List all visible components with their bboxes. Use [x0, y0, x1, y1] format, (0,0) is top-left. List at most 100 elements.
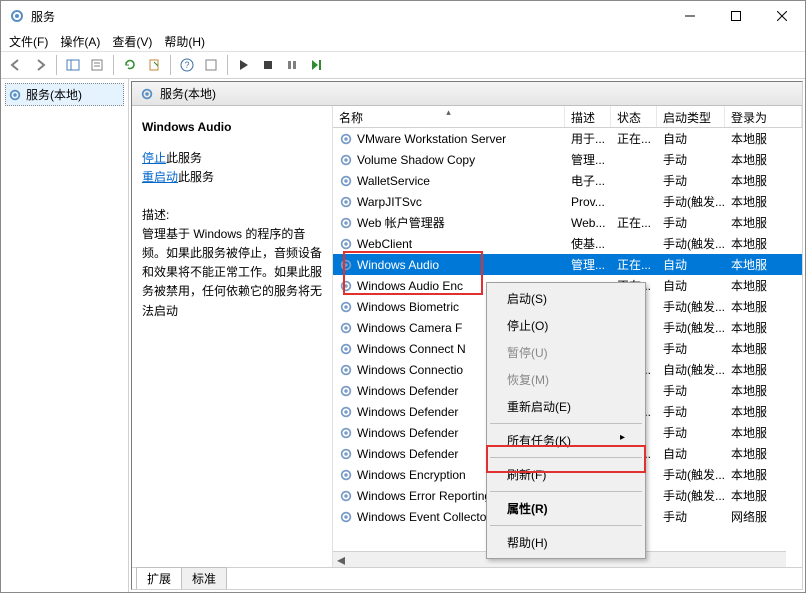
- toolbar-button[interactable]: [200, 54, 222, 76]
- context-pause[interactable]: 暂停(U): [489, 339, 643, 366]
- context-properties[interactable]: 属性(R): [489, 495, 643, 522]
- stop-service-link[interactable]: 停止: [142, 151, 166, 165]
- service-name-cell: Windows Audio: [357, 258, 439, 272]
- column-header-status[interactable]: 状态: [611, 106, 657, 127]
- refresh-button[interactable]: [119, 54, 141, 76]
- service-startup-cell: 自动: [657, 256, 725, 273]
- service-logon-cell: 本地服: [725, 466, 802, 483]
- service-logon-cell: 本地服: [725, 361, 802, 378]
- service-startup-cell: 手动: [657, 508, 725, 525]
- forward-button[interactable]: [29, 54, 51, 76]
- restart-service-button[interactable]: [305, 54, 327, 76]
- service-logon-cell: 本地服: [725, 256, 802, 273]
- context-stop[interactable]: 停止(O): [489, 312, 643, 339]
- gear-icon: [339, 300, 353, 314]
- menu-separator: [490, 525, 642, 526]
- service-logon-cell: 本地服: [725, 214, 802, 231]
- gear-icon: [339, 426, 353, 440]
- context-refresh[interactable]: 刷新(F): [489, 461, 643, 488]
- close-button[interactable]: [759, 1, 805, 31]
- start-service-button[interactable]: [233, 54, 255, 76]
- gear-icon: [339, 195, 353, 209]
- service-logon-cell: 本地服: [725, 424, 802, 441]
- gear-icon: [339, 279, 353, 293]
- back-button[interactable]: [5, 54, 27, 76]
- svg-text:?: ?: [184, 60, 189, 70]
- table-row[interactable]: Volume Shadow Copy管理...手动本地服: [333, 149, 802, 170]
- menu-action[interactable]: 操作(A): [60, 33, 100, 50]
- service-logon-cell: 本地服: [725, 487, 802, 504]
- service-status-cell: 正在...: [611, 256, 657, 273]
- view-tabs: 扩展 标准: [132, 567, 802, 589]
- table-row[interactable]: Windows Audio 管理...正在...自动本地服: [333, 254, 802, 275]
- context-all-tasks[interactable]: 所有任务(K): [489, 427, 643, 454]
- service-name-cell: Windows Audio Enc: [357, 279, 463, 293]
- service-name-cell: Volume Shadow Copy: [357, 153, 475, 167]
- gear-icon: [339, 153, 353, 167]
- service-logon-cell: 本地服: [725, 382, 802, 399]
- service-startup-cell: 手动: [657, 403, 725, 420]
- toolbar: ?: [1, 51, 805, 79]
- properties-button[interactable]: [86, 54, 108, 76]
- detail-panel: Windows Audio 停止此服务 重启动此服务 描述: 管理基于 Wind…: [132, 106, 332, 567]
- toolbar-separator: [170, 55, 171, 75]
- table-row[interactable]: WalletService电子...手动本地服: [333, 170, 802, 191]
- gear-icon: [339, 363, 353, 377]
- column-header-startup[interactable]: 启动类型: [657, 106, 725, 127]
- scroll-left-icon[interactable]: ◂: [333, 550, 349, 568]
- menu-help[interactable]: 帮助(H): [164, 33, 205, 50]
- minimize-button[interactable]: [667, 1, 713, 31]
- toolbar-separator: [227, 55, 228, 75]
- service-name-cell: Windows Defender: [357, 447, 458, 461]
- service-logon-cell: 本地服: [725, 193, 802, 210]
- service-name-cell: Windows Defender: [357, 384, 458, 398]
- restart-service-link[interactable]: 重启动: [142, 170, 178, 184]
- export-button[interactable]: [143, 54, 165, 76]
- service-name-cell: Windows Connect N: [357, 342, 466, 356]
- gear-icon: [339, 342, 353, 356]
- gear-icon: [339, 489, 353, 503]
- column-header-name[interactable]: 名称▴: [333, 106, 565, 127]
- show-hide-tree-button[interactable]: [62, 54, 84, 76]
- restart-suffix: 此服务: [178, 170, 214, 184]
- context-start[interactable]: 启动(S): [489, 285, 643, 312]
- context-help[interactable]: 帮助(H): [489, 529, 643, 556]
- service-logon-cell: 本地服: [725, 130, 802, 147]
- maximize-button[interactable]: [713, 1, 759, 31]
- column-header-logon[interactable]: 登录为: [725, 106, 802, 127]
- service-status-cell: 正在...: [611, 214, 657, 231]
- service-name-cell: Web 帐户管理器: [357, 214, 445, 231]
- context-resume[interactable]: 恢复(M): [489, 366, 643, 393]
- service-desc-cell: 管理...: [565, 151, 611, 168]
- service-startup-cell: 手动: [657, 340, 725, 357]
- service-desc-cell: 管理...: [565, 256, 611, 273]
- titlebar: 服务: [1, 1, 805, 31]
- gear-icon: [339, 405, 353, 419]
- service-name-cell: Windows Camera F: [357, 321, 462, 335]
- service-logon-cell: 本地服: [725, 277, 802, 294]
- table-row[interactable]: VMware Workstation Server用于...正在...自动本地服: [333, 128, 802, 149]
- tab-standard[interactable]: 标准: [181, 567, 227, 589]
- column-header-description[interactable]: 描述: [565, 106, 611, 127]
- menu-view[interactable]: 查看(V): [112, 33, 152, 50]
- service-desc-cell: Web...: [565, 216, 611, 230]
- table-row[interactable]: WebClient使基...手动(触发...本地服: [333, 233, 802, 254]
- context-restart[interactable]: 重新启动(E): [489, 393, 643, 420]
- table-row[interactable]: WarpJITSvcProv...手动(触发...本地服: [333, 191, 802, 212]
- left-tree-pane: 服务(本地): [1, 79, 129, 592]
- stop-service-button[interactable]: [257, 54, 279, 76]
- toolbar-separator: [113, 55, 114, 75]
- service-logon-cell: 网络服: [725, 508, 802, 525]
- service-startup-cell: 自动(触发...: [657, 361, 725, 378]
- tab-extended[interactable]: 扩展: [136, 567, 182, 589]
- help-button[interactable]: ?: [176, 54, 198, 76]
- tree-item-services-local[interactable]: 服务(本地): [5, 83, 124, 106]
- description-text: 管理基于 Windows 的程序的音频。如果此服务被停止，音频设备和效果将不能正…: [142, 225, 322, 321]
- pause-service-button[interactable]: [281, 54, 303, 76]
- service-logon-cell: 本地服: [725, 319, 802, 336]
- menu-file[interactable]: 文件(F): [9, 33, 48, 50]
- service-logon-cell: 本地服: [725, 340, 802, 357]
- tree-item-label: 服务(本地): [26, 86, 82, 103]
- list-header: 名称▴ 描述 状态 启动类型 登录为: [333, 106, 802, 128]
- table-row[interactable]: Web 帐户管理器Web...正在...手动本地服: [333, 212, 802, 233]
